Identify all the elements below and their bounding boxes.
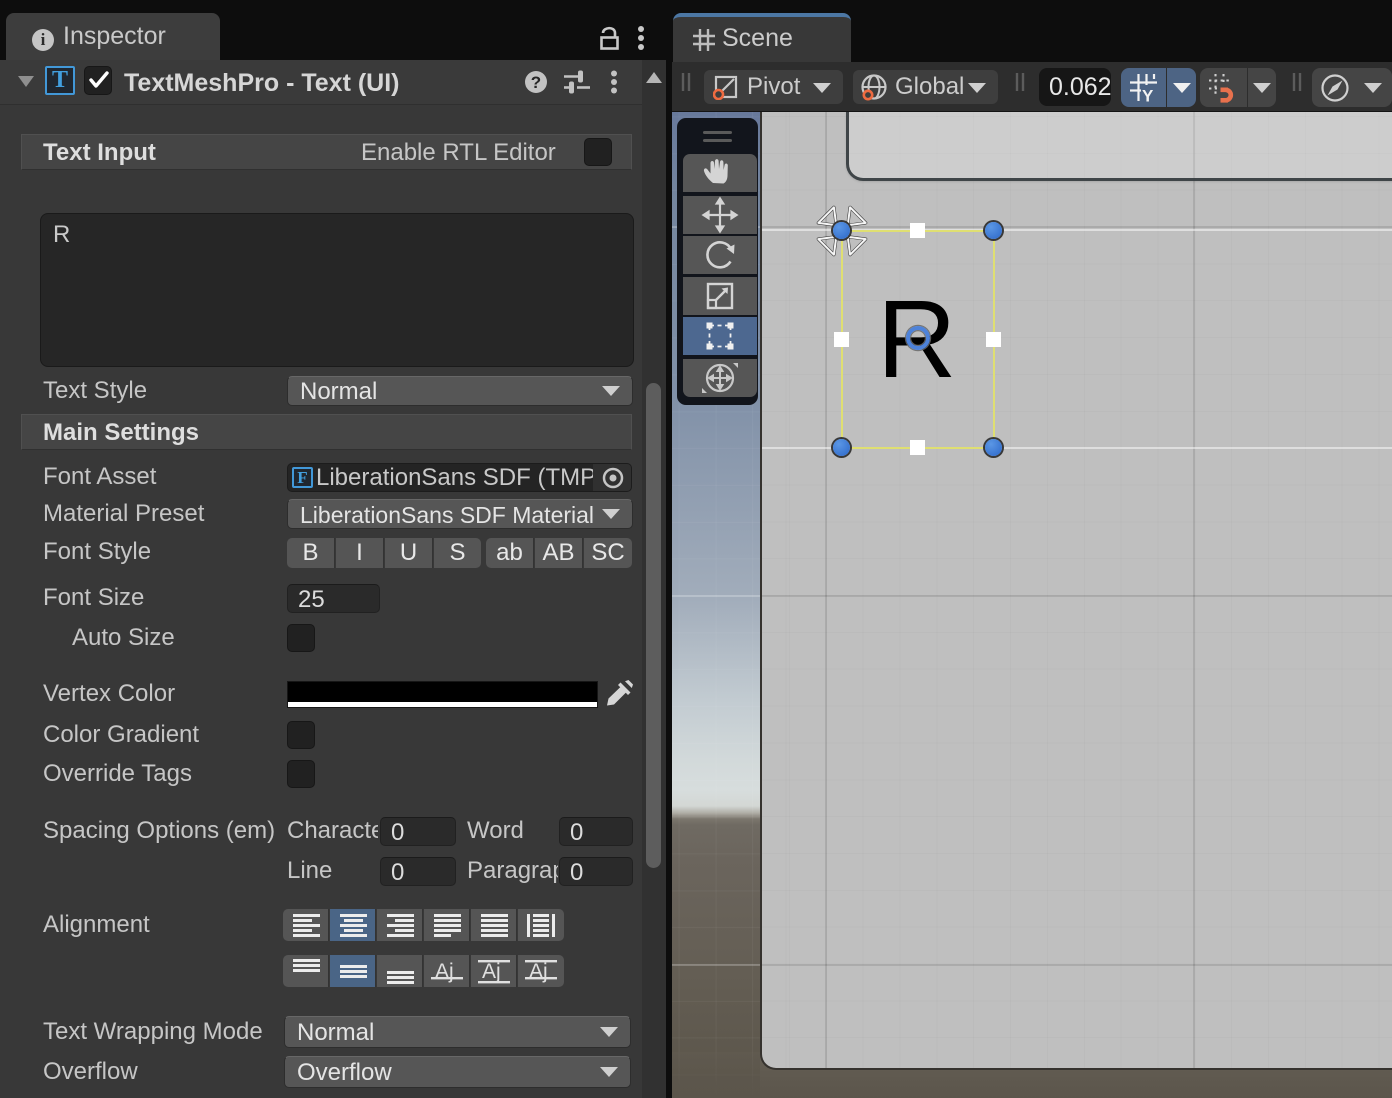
svg-text:Aj: Aj	[482, 960, 501, 983]
svg-text:Y: Y	[1142, 87, 1154, 103]
svg-text:Aj: Aj	[529, 960, 548, 983]
svg-text:Aj: Aj	[435, 960, 454, 983]
